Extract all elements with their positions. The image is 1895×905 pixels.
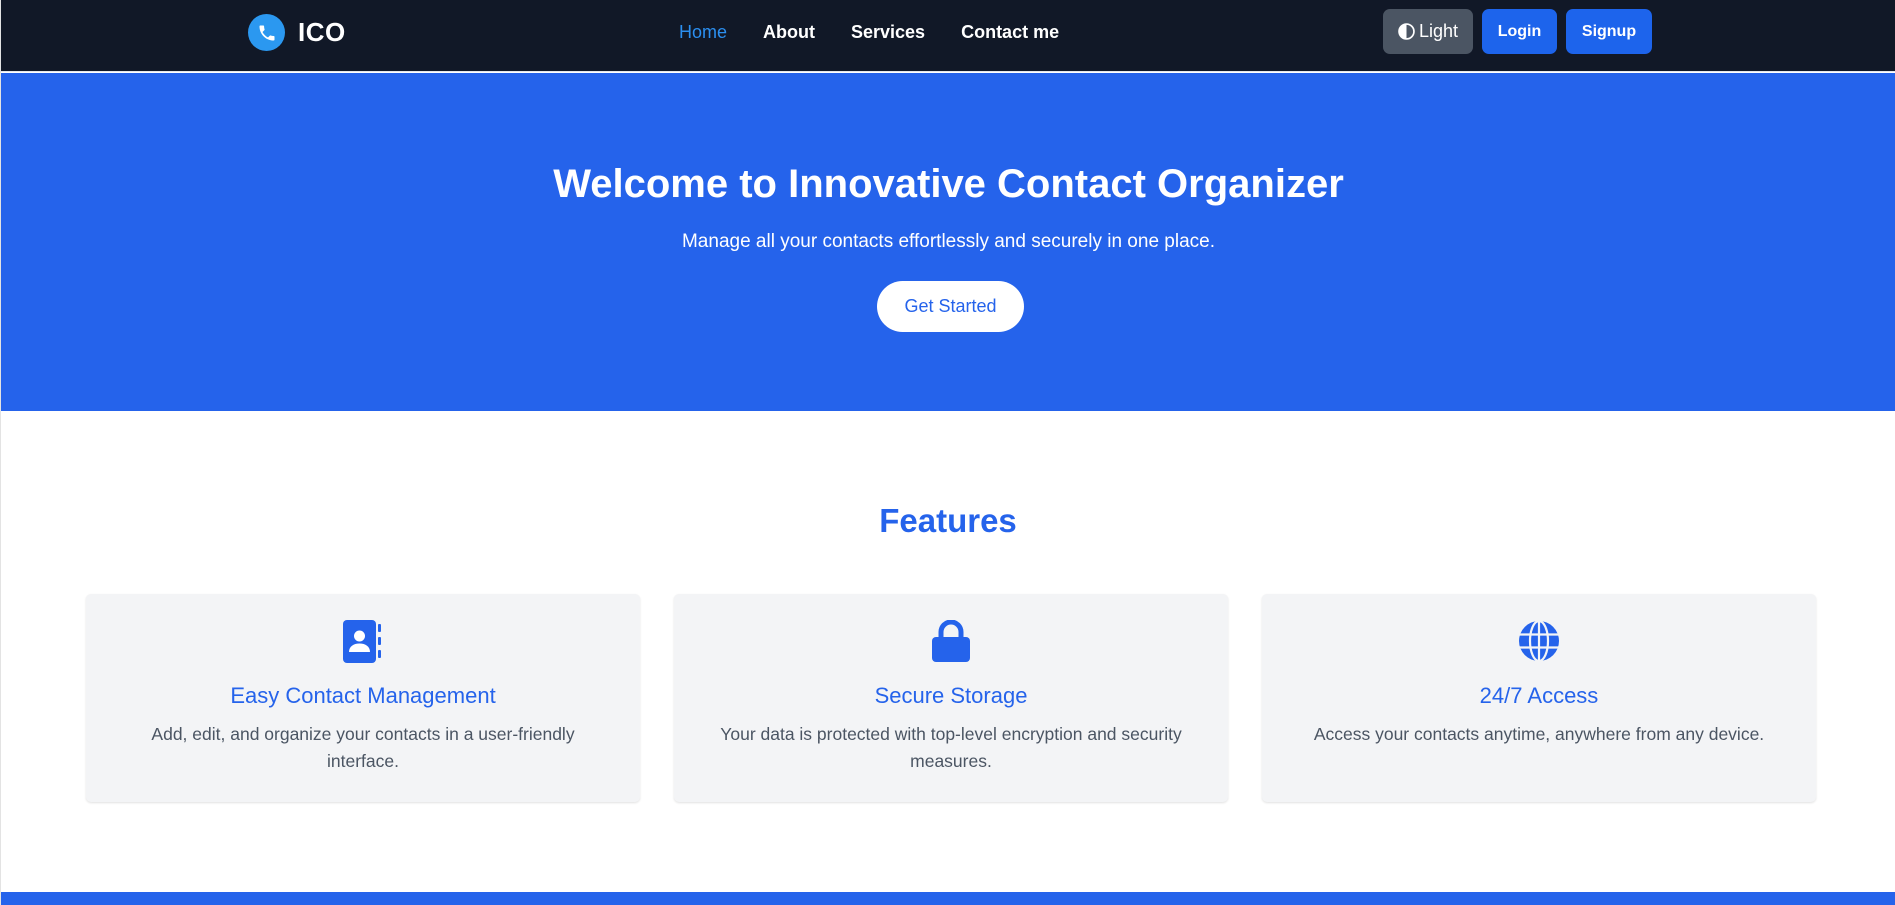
feature-description: Add, edit, and organize your contacts in… xyxy=(151,724,575,771)
phone-icon xyxy=(248,14,285,51)
feature-card: Secure Storage Your data is protected wi… xyxy=(674,594,1228,802)
nav-link-contact[interactable]: Contact me xyxy=(961,20,1059,44)
feature-title: 24/7 Access xyxy=(1479,683,1599,708)
hero-section: Welcome to Innovative Contact Organizer … xyxy=(1,73,1895,411)
brand[interactable]: ICO xyxy=(248,14,346,51)
feature-title: Easy Contact Management xyxy=(230,683,496,708)
footer-section xyxy=(1,892,1895,905)
features-title: Features xyxy=(879,502,1017,539)
address-book-icon xyxy=(343,620,383,664)
theme-toggle-button[interactable]: Light xyxy=(1383,9,1473,54)
hero-title: Welcome to Innovative Contact Organizer xyxy=(553,162,1344,206)
navbar: ICO Home About Services Contact me Light… xyxy=(1,0,1895,72)
login-button[interactable]: Login xyxy=(1482,9,1557,54)
brand-name: ICO xyxy=(298,17,346,47)
nav-actions: Light Login Signup xyxy=(1383,9,1652,54)
half-circle-contrast-icon xyxy=(1398,23,1415,40)
hero-subtitle: Manage all your contacts effortlessly an… xyxy=(681,231,1215,252)
get-started-button[interactable]: Get Started xyxy=(877,281,1024,332)
main-nav: Home About Services Contact me xyxy=(679,20,1095,44)
signup-button[interactable]: Signup xyxy=(1566,9,1652,54)
feature-description: Your data is protected with top-level en… xyxy=(720,724,1182,771)
feature-card: Easy Contact Management Add, edit, and o… xyxy=(86,594,640,802)
feature-card: 24/7 Access Access your contacts anytime… xyxy=(1262,594,1816,802)
globe-icon xyxy=(1518,619,1560,664)
feature-description: Access your contacts anytime, anywhere f… xyxy=(1313,724,1765,744)
lock-icon xyxy=(932,619,970,664)
feature-title: Secure Storage xyxy=(874,683,1028,708)
nav-link-services[interactable]: Services xyxy=(851,20,925,44)
nav-link-home[interactable]: Home xyxy=(679,20,727,44)
nav-link-about[interactable]: About xyxy=(763,20,815,44)
theme-toggle-label: Light xyxy=(1418,21,1459,41)
